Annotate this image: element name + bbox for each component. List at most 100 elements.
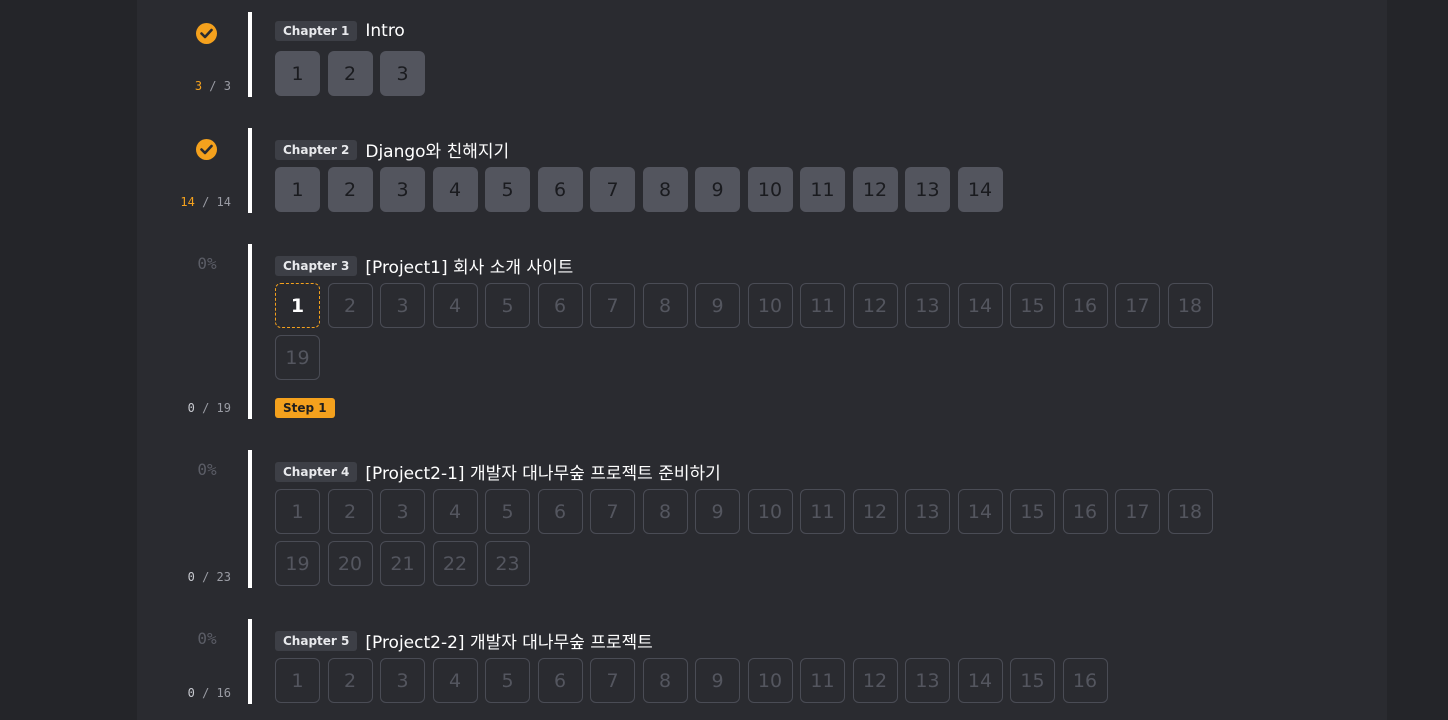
- step-button[interactable]: 6: [537, 658, 583, 703]
- step-button[interactable]: 16: [1062, 489, 1108, 534]
- step-button[interactable]: 6: [537, 489, 583, 534]
- step-button[interactable]: 11: [800, 167, 845, 212]
- step-button[interactable]: 14: [957, 658, 1003, 703]
- step-button[interactable]: 13: [905, 658, 950, 703]
- step-list: 1 2 3 4 5 6 7 8 9 10 11 12 13 14: [275, 167, 1225, 212]
- step-button[interactable]: 1: [275, 167, 320, 212]
- check-circle-icon: [196, 23, 217, 44]
- step-button[interactable]: 19: [275, 541, 320, 586]
- step-button[interactable]: 2: [327, 489, 373, 534]
- step-button[interactable]: 11: [800, 489, 845, 534]
- step-button[interactable]: 10: [747, 658, 793, 703]
- step-button[interactable]: 3: [380, 489, 425, 534]
- step-button[interactable]: 2: [327, 283, 373, 328]
- step-button[interactable]: 2: [327, 51, 373, 96]
- chapter-1: 3 / 3 Chapter 1 Intro 123: [137, 12, 1387, 97]
- step-button[interactable]: 3: [380, 283, 425, 328]
- step-button[interactable]: 13: [905, 283, 950, 328]
- step-button[interactable]: 6: [537, 167, 583, 212]
- step-button[interactable]: 17: [1115, 283, 1160, 328]
- step-button[interactable]: 5: [485, 283, 530, 328]
- step-button[interactable]: 8: [642, 167, 688, 212]
- step-button[interactable]: 14: [957, 283, 1003, 328]
- step-button[interactable]: 10: [747, 167, 793, 212]
- step-button[interactable]: 16: [1062, 283, 1108, 328]
- step-button[interactable]: 14: [957, 167, 1003, 212]
- chapter-badge: Chapter 3: [275, 255, 358, 276]
- chapter-title[interactable]: Intro: [365, 21, 404, 41]
- step-button[interactable]: 19: [275, 335, 320, 380]
- step-button[interactable]: 11: [800, 283, 845, 328]
- step-button[interactable]: 12: [852, 658, 898, 703]
- step-button[interactable]: 8: [642, 658, 688, 703]
- step-button[interactable]: 7: [590, 658, 635, 703]
- step-button[interactable]: 18: [1167, 283, 1213, 328]
- step-button[interactable]: 7: [590, 167, 635, 212]
- chapter-progress-column: 14 / 14: [137, 128, 237, 213]
- step-button[interactable]: 3: [380, 167, 425, 212]
- step-button[interactable]: 15: [1010, 658, 1055, 703]
- chapter-title[interactable]: [Project2-2] 개발자 대나무숲 프로젝트: [365, 628, 652, 653]
- step-button[interactable]: 6: [537, 283, 583, 328]
- step-button[interactable]: 1: [275, 489, 320, 534]
- step-button[interactable]: 13: [905, 167, 950, 212]
- chapter-progress-column: 0% 0 / 19: [137, 244, 237, 419]
- step-button[interactable]: 11: [800, 658, 845, 703]
- chapter-progress-column: 0% 0 / 16: [137, 619, 237, 704]
- step-button[interactable]: 7: [590, 283, 635, 328]
- step-button[interactable]: 15: [1010, 283, 1055, 328]
- step-button[interactable]: 23: [485, 541, 530, 586]
- chapter-progress-count: 14 / 14: [180, 195, 231, 209]
- step-button[interactable]: 8: [642, 489, 688, 534]
- step-button[interactable]: 2: [327, 167, 373, 212]
- step-button[interactable]: 1: [275, 51, 320, 96]
- step-button[interactable]: 4: [432, 658, 478, 703]
- step-button[interactable]: 12: [852, 489, 898, 534]
- chapter-divider: [248, 619, 252, 704]
- step-button[interactable]: 9: [695, 658, 740, 703]
- step-button[interactable]: 1: [275, 283, 320, 328]
- step-button[interactable]: 10: [747, 489, 793, 534]
- step-button[interactable]: 10: [747, 283, 793, 328]
- step-button[interactable]: 16: [1062, 658, 1108, 703]
- step-button[interactable]: 18: [1167, 489, 1213, 534]
- chapter-divider: [248, 12, 252, 97]
- step-button[interactable]: 12: [852, 283, 898, 328]
- step-button[interactable]: 12: [852, 167, 898, 212]
- chapter-header: Chapter 3 [Project1] 회사 소개 사이트: [275, 253, 573, 278]
- step-button[interactable]: 14: [957, 489, 1003, 534]
- chapter-list-panel: 3 / 3 Chapter 1 Intro 123 14 / 14 Chapte…: [137, 0, 1387, 720]
- step-button[interactable]: 20: [327, 541, 373, 586]
- step-button[interactable]: 5: [485, 489, 530, 534]
- step-button[interactable]: 9: [695, 167, 740, 212]
- chapter-title[interactable]: [Project1] 회사 소개 사이트: [365, 253, 573, 278]
- step-button[interactable]: 3: [380, 51, 425, 96]
- step-button[interactable]: 3: [380, 658, 425, 703]
- chapter-divider: [248, 244, 252, 419]
- step-button[interactable]: 2: [327, 658, 373, 703]
- chapter-percent: 0%: [197, 460, 217, 479]
- step-button[interactable]: 7: [590, 489, 635, 534]
- step-button[interactable]: 4: [432, 167, 478, 212]
- chapter-badge: Chapter 5: [275, 630, 358, 651]
- chapter-title[interactable]: Django와 친해지기: [365, 137, 509, 162]
- step-button[interactable]: 9: [695, 283, 740, 328]
- chapter-title[interactable]: [Project2-1] 개발자 대나무숲 프로젝트 준비하기: [365, 459, 720, 484]
- step-button[interactable]: 9: [695, 489, 740, 534]
- step-button[interactable]: 5: [485, 658, 530, 703]
- step-button[interactable]: 4: [432, 283, 478, 328]
- step-button[interactable]: 15: [1010, 489, 1055, 534]
- chapter-header: Chapter 1 Intro: [275, 21, 405, 41]
- chapter-header: Chapter 4 [Project2-1] 개발자 대나무숲 프로젝트 준비하…: [275, 459, 721, 484]
- chapter-header: Chapter 5 [Project2-2] 개발자 대나무숲 프로젝트: [275, 628, 653, 653]
- step-button[interactable]: 13: [905, 489, 950, 534]
- chapter-divider: [248, 450, 252, 588]
- step-button[interactable]: 21: [380, 541, 425, 586]
- step-button[interactable]: 22: [432, 541, 478, 586]
- step-button[interactable]: 8: [642, 283, 688, 328]
- chapter-progress-column: 3 / 3: [137, 12, 237, 97]
- step-button[interactable]: 4: [432, 489, 478, 534]
- step-button[interactable]: 5: [485, 167, 530, 212]
- step-button[interactable]: 1: [275, 658, 320, 703]
- step-button[interactable]: 17: [1115, 489, 1160, 534]
